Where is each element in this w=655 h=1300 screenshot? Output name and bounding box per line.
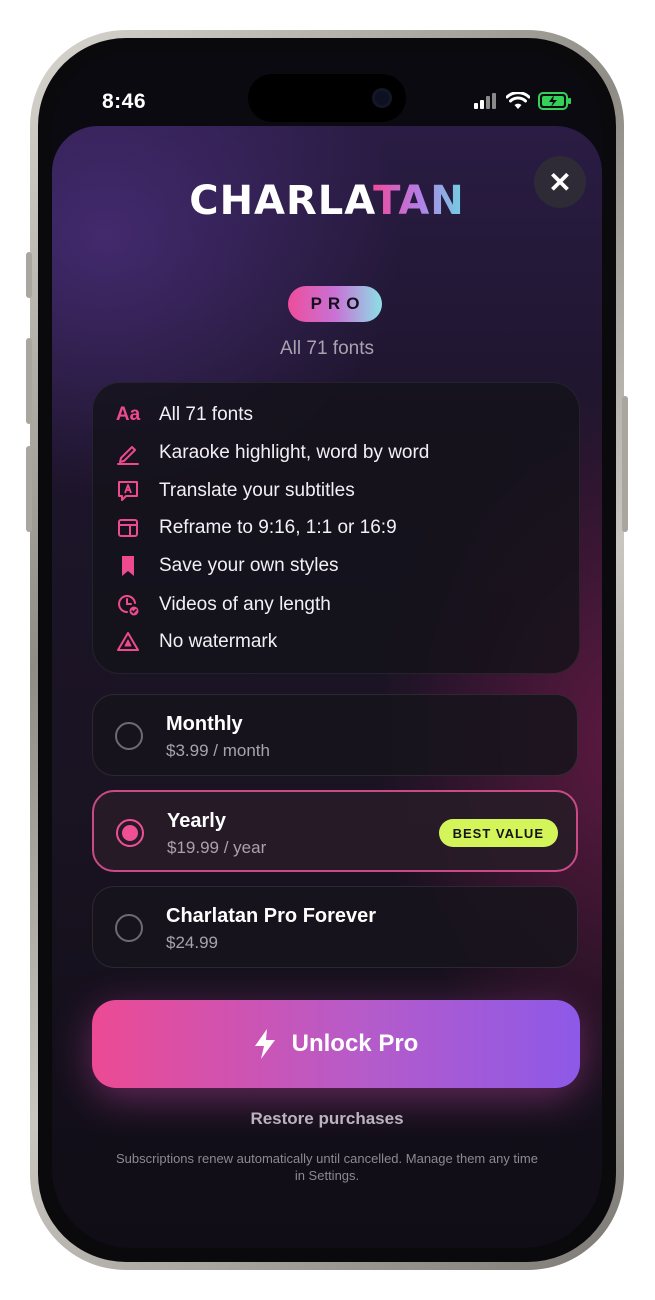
pencil-icon	[115, 440, 141, 466]
volume-up-button	[26, 338, 32, 424]
status-icons	[474, 91, 572, 115]
feature-label: All 71 fonts	[159, 404, 253, 425]
dynamic-island	[248, 74, 406, 122]
feature-item: Translate your subtitles	[115, 476, 355, 506]
feature-item: No watermark	[115, 627, 277, 657]
plan-name: Charlatan Pro Forever	[166, 905, 377, 927]
feature-label: Save your own styles	[159, 555, 339, 576]
radio-button-selected[interactable]	[116, 819, 144, 847]
screen: 8:46 ✕ CHARLATAN PRO All 71 fonts Aa All…	[52, 52, 602, 1248]
pro-badge: PRO	[288, 286, 382, 322]
feature-item: Reframe to 9:16, 1:1 or 16:9	[115, 513, 397, 543]
feature-label: Reframe to 9:16, 1:1 or 16:9	[159, 517, 397, 538]
plan-yearly[interactable]: Yearly $19.99 / year BEST VALUE	[92, 790, 578, 872]
plan-monthly[interactable]: Monthly $3.99 / month	[92, 694, 578, 776]
feature-item: Videos of any length	[115, 590, 331, 620]
radio-button[interactable]	[115, 914, 143, 942]
font-icon: Aa	[115, 404, 141, 425]
reframe-icon	[115, 515, 141, 541]
plan-name: Monthly	[166, 713, 243, 735]
subscription-fine-print: Subscriptions renew automatically until …	[116, 1151, 538, 1183]
feature-label: Translate your subtitles	[159, 480, 355, 501]
plan-price: $3.99 / month	[166, 741, 270, 760]
brand-logo: CHARLATAN	[52, 178, 602, 224]
wifi-icon	[505, 91, 531, 115]
paywall-sheet: ✕ CHARLATAN PRO All 71 fonts Aa All 71 f…	[52, 126, 602, 1248]
volume-down-button	[26, 446, 32, 532]
feature-item: Save your own styles	[115, 551, 339, 581]
plan-name: Yearly	[167, 810, 226, 832]
feature-item: Aa All 71 fonts	[115, 400, 253, 430]
plan-price: $24.99	[166, 933, 218, 952]
radio-button[interactable]	[115, 722, 143, 750]
bookmark-icon	[115, 553, 141, 579]
cellular-signal-icon	[474, 93, 498, 114]
subtitle: All 71 fonts	[280, 338, 374, 359]
translate-bubble-icon	[115, 478, 141, 504]
brand-text-part2: TAN	[373, 178, 465, 224]
feature-label: Videos of any length	[159, 594, 331, 615]
power-button	[622, 396, 628, 532]
clock-check-icon	[115, 592, 141, 618]
status-time: 8:46	[102, 90, 147, 113]
phone-frame: 8:46 ✕ CHARLATAN PRO All 71 fonts Aa All…	[26, 30, 628, 1270]
warning-triangle-icon	[115, 629, 141, 655]
plan-price: $19.99 / year	[167, 838, 267, 857]
features-card: Aa All 71 fonts Karaoke highlight, word …	[92, 382, 580, 674]
feature-item: Karaoke highlight, word by word	[115, 438, 429, 468]
battery-charging-icon	[538, 92, 572, 115]
feature-label: No watermark	[159, 631, 278, 652]
restore-purchases-link[interactable]: Restore purchases	[52, 1109, 602, 1129]
unlock-pro-button[interactable]: Unlock Pro	[92, 1000, 580, 1088]
bezel: 8:46 ✕ CHARLATAN PRO All 71 fonts Aa All…	[38, 38, 616, 1262]
brand-text-part1: CHARLA	[189, 178, 374, 224]
best-value-badge: BEST VALUE	[438, 819, 558, 847]
unlock-pro-label: Unlock Pro	[291, 1030, 419, 1057]
action-button	[26, 252, 32, 298]
camera-icon	[372, 88, 392, 108]
plan-forever[interactable]: Charlatan Pro Forever $24.99	[92, 886, 578, 968]
feature-label: Karaoke highlight, word by word	[159, 442, 430, 463]
lightning-bolt-icon	[254, 1029, 276, 1059]
